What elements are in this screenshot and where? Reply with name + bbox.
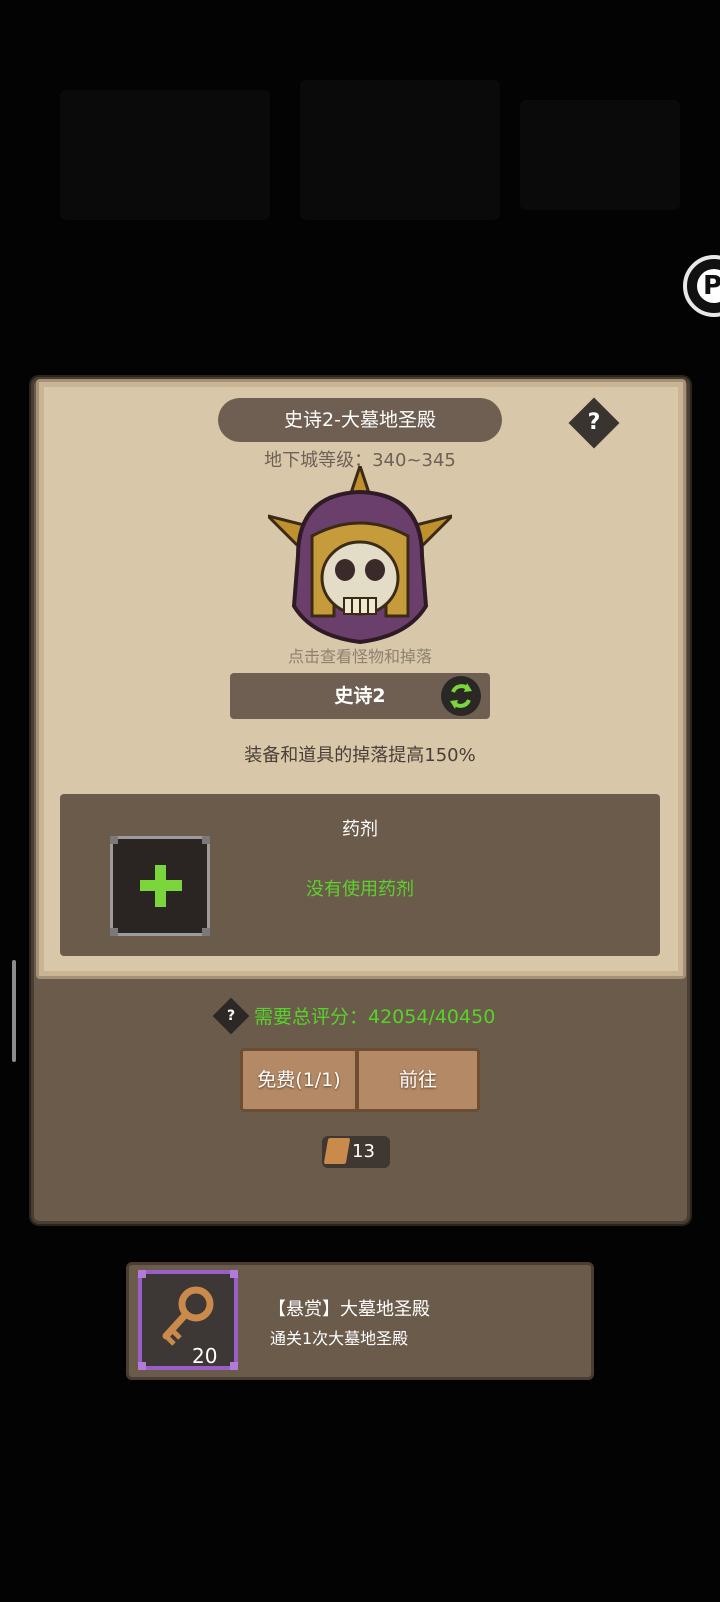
floating-assist-button[interactable]: P (683, 255, 720, 317)
background-shape (300, 80, 500, 220)
scroll-indicator[interactable] (12, 960, 16, 1062)
potion-title: 药剂 (342, 819, 378, 840)
refresh-difficulty-button[interactable] (441, 676, 481, 716)
quest-description: 通关1次大墓地圣殿 (270, 1329, 409, 1348)
background-shape (60, 90, 270, 220)
help-icon[interactable]: ? (218, 1003, 244, 1029)
ticket-count: 13 (352, 1141, 375, 1162)
quest-title: 【悬赏】大墓地圣殿 (268, 1299, 430, 1320)
required-score: 需要总评分：42054/40450 (254, 1006, 496, 1028)
monster-skull-helmet-icon[interactable] (268, 466, 452, 650)
slot-corner (110, 836, 118, 844)
ticket-icon (323, 1138, 351, 1164)
slot-corner (110, 928, 118, 936)
plus-icon (155, 865, 166, 907)
quest-reward-slot[interactable] (138, 1270, 238, 1370)
key-icon (162, 1286, 214, 1346)
drop-bonus-text: 装备和道具的掉落提高150% (244, 745, 476, 766)
dungeon-title: 史诗2-大墓地圣殿 (218, 398, 502, 442)
slot-corner (230, 1270, 238, 1278)
monster-drop-hint[interactable]: 点击查看怪物和掉落 (240, 643, 480, 667)
potion-status: 没有使用药剂 (306, 879, 414, 900)
slot-corner (138, 1270, 146, 1278)
quest-reward-count: 20 (192, 1344, 218, 1368)
slot-corner (230, 1362, 238, 1370)
refresh-icon (450, 683, 472, 709)
help-icon[interactable]: ? (576, 405, 612, 441)
go-button[interactable]: 前往 (356, 1048, 480, 1112)
background-shape (520, 100, 680, 210)
slot-corner (202, 836, 210, 844)
assist-glyph: P (703, 271, 720, 301)
free-button[interactable]: 免费(1/1) (240, 1048, 358, 1112)
slot-corner (138, 1362, 146, 1370)
slot-corner (202, 928, 210, 936)
